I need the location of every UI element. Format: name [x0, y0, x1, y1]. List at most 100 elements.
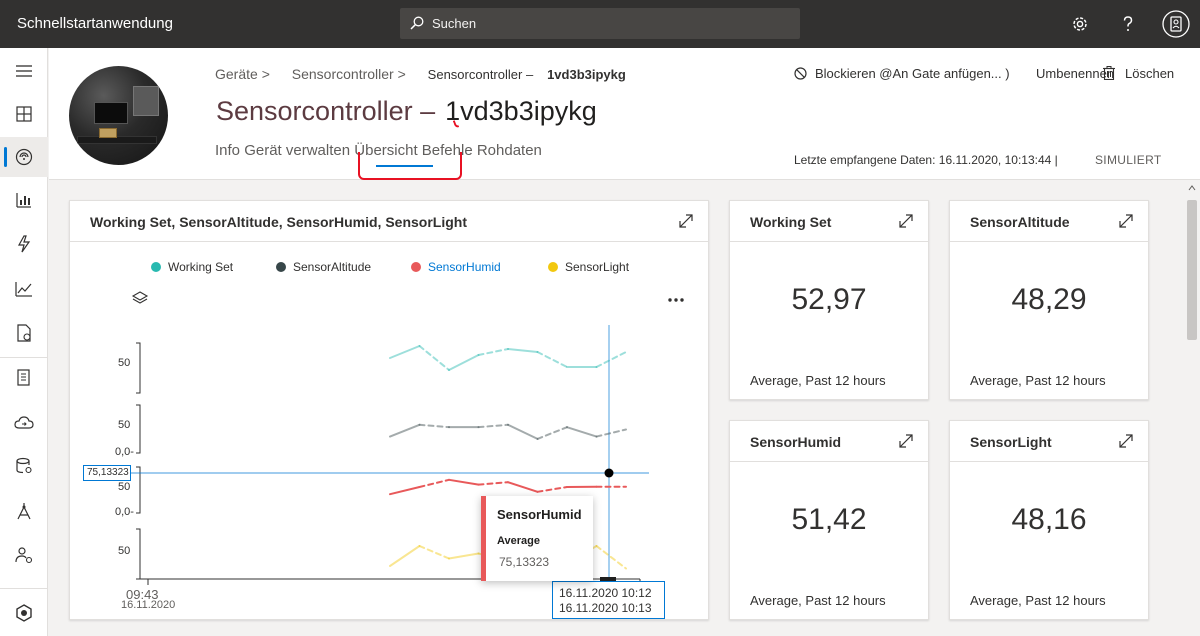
simulated-badge: SIMULIERT	[1095, 153, 1162, 167]
series-segment-sensoraltitude	[418, 423, 450, 429]
kpi-value: 48,29	[1011, 283, 1087, 316]
kpi-value: 52,97	[791, 283, 867, 316]
top-bar: Schnellstartanwendung	[0, 0, 1200, 48]
tooltip-title: SensorHumid	[497, 507, 582, 522]
breadcrumb-current: 1vd3b3ipykg	[547, 67, 626, 82]
help-icon[interactable]	[1116, 12, 1140, 36]
side-nav	[0, 48, 48, 636]
device-header: Geräte > Sensorcontroller > Sensorcontro…	[49, 48, 1200, 180]
series-segment-working-set	[448, 354, 480, 371]
block-icon	[794, 67, 807, 80]
series-segment-sensoraltitude	[595, 428, 627, 438]
kpi-value: 48,16	[1011, 503, 1087, 536]
chart-tooltip: SensorHumid Average 75,13323	[481, 496, 593, 581]
device-groups-icon[interactable]	[0, 180, 48, 220]
y-crosshair-value: 75,13323	[83, 465, 131, 481]
tab-info[interactable]: Info	[215, 142, 240, 159]
search-icon	[410, 16, 424, 30]
device-templates-icon[interactable]	[0, 358, 48, 398]
series-segment-working-set	[507, 348, 539, 353]
expand-icon[interactable]	[1118, 213, 1134, 229]
series-segment-sensorhumid	[536, 486, 568, 493]
series-segment-working-set	[418, 345, 450, 371]
series-segment-working-set	[595, 351, 627, 368]
kpi-subtitle: Average, Past 12 hours	[750, 593, 886, 608]
devices-icon[interactable]	[0, 137, 48, 177]
kpi-subtitle: Average, Past 12 hours	[750, 373, 886, 388]
kpi-card-sensor-altitude: SensorAltitude 48,29 Average, Past 12 ho…	[949, 200, 1149, 400]
rules-icon[interactable]	[0, 224, 48, 264]
series-segment-sensorlight	[418, 545, 450, 560]
breadcrumb-sensorcontroller[interactable]: Sensorcontroller >	[292, 66, 406, 82]
kpi-subtitle: Average, Past 12 hours	[970, 593, 1106, 608]
device-connection-icon[interactable]	[0, 446, 48, 486]
search-input[interactable]	[432, 13, 782, 33]
kpi-card-working-set: Working Set 52,97 Average, Past 12 hours	[729, 200, 929, 400]
gear-icon[interactable]	[1068, 12, 1092, 36]
account-icon[interactable]	[1161, 9, 1191, 39]
kpi-title: Working Set	[750, 214, 832, 230]
page-title-name: Sensorcontroller –	[216, 96, 436, 126]
series-segment-sensorlight	[389, 545, 421, 567]
kpi-card-sensor-light: SensorLight 48,16 Average, Past 12 hours	[949, 420, 1149, 620]
series-segment-sensorhumid	[448, 478, 480, 486]
kpi-title: SensorAltitude	[970, 214, 1070, 230]
series-segment-sensoraltitude	[507, 423, 539, 440]
series-segment-working-set	[536, 351, 568, 368]
series-segment-sensorhumid	[507, 481, 539, 493]
data-export-icon[interactable]	[0, 403, 48, 443]
x-start-date: 16.11.2020	[121, 599, 176, 611]
scrollbar[interactable]	[1184, 180, 1200, 636]
series-segment-working-set	[389, 345, 421, 359]
breadcrumb: Geräte > Sensorcontroller > Sensorcontro…	[215, 66, 644, 82]
x-crosshair-time-2: 16.11.2020 10:13	[559, 601, 652, 615]
x-crosshair-value: 16.11.2020 10:12 16.11.2020 10:13	[552, 581, 665, 619]
telemetry-chart[interactable]	[70, 201, 710, 621]
hover-point	[604, 468, 614, 478]
jobs-icon[interactable]	[0, 313, 48, 353]
kpi-title: SensorHumid	[750, 434, 842, 450]
tooltip-aggregation: Average	[497, 535, 541, 547]
breadcrumb-devices[interactable]: Geräte >	[215, 66, 270, 82]
administration-icon[interactable]	[0, 491, 48, 531]
scroll-up-icon[interactable]	[1188, 185, 1196, 191]
last-data-received: Letzte empfangene Daten: 16.11.2020, 10:…	[794, 153, 1058, 167]
series-segment-sensorlight	[448, 552, 480, 560]
analytics-icon[interactable]	[0, 269, 48, 309]
tab-raw-data[interactable]: Rohdaten	[477, 142, 542, 159]
series-segment-sensorlight	[595, 545, 627, 570]
iot-central-icon[interactable]	[0, 593, 48, 633]
delete-label: Löschen	[1125, 66, 1175, 81]
permissions-icon[interactable]	[0, 535, 48, 575]
kpi-subtitle: Average, Past 12 hours	[970, 373, 1106, 388]
series-segment-sensoraltitude	[566, 426, 598, 438]
block-label: Blockieren @An Gate anfügen... )	[815, 66, 1010, 81]
series-segment-sensoraltitude	[477, 423, 509, 429]
series-segment-sensorhumid	[418, 478, 450, 488]
search-box[interactable]	[400, 8, 800, 39]
x-crosshair-time-1: 16.11.2020 10:12	[559, 586, 652, 600]
kpi-title: SensorLight	[970, 434, 1052, 450]
breadcrumb-device-name[interactable]: Sensorcontroller –	[428, 67, 534, 82]
kpi-value: 51,42	[791, 503, 867, 536]
app-title[interactable]: Schnellstartanwendung	[17, 15, 173, 32]
expand-icon[interactable]	[898, 213, 914, 229]
tab-manage-device[interactable]: Gerät verwalten	[244, 142, 350, 159]
tab-annotation-highlight	[358, 152, 462, 180]
series-segment-sensoraltitude	[389, 423, 421, 438]
series-segment-sensorhumid	[389, 486, 421, 496]
page-title: Sensorcontroller – 1vd3b3ipykg	[216, 96, 597, 127]
device-image	[69, 66, 168, 165]
dashboard-icon[interactable]	[0, 94, 48, 134]
series-segment-working-set	[477, 348, 509, 356]
hamburger-icon[interactable]	[0, 51, 48, 91]
telemetry-chart-card: Working Set, SensorAltitude, SensorHumid…	[69, 200, 709, 620]
block-action[interactable]: Blockieren @An Gate anfügen... )	[794, 66, 1010, 81]
page-title-id: 1vd3b3ipykg	[445, 96, 597, 126]
delete-action[interactable]: Löschen	[1103, 66, 1174, 81]
trash-icon	[1103, 66, 1115, 81]
expand-icon[interactable]	[898, 433, 914, 449]
expand-icon[interactable]	[1118, 433, 1134, 449]
scroll-thumb[interactable]	[1187, 200, 1197, 340]
series-segment-sensoraltitude	[536, 426, 568, 440]
